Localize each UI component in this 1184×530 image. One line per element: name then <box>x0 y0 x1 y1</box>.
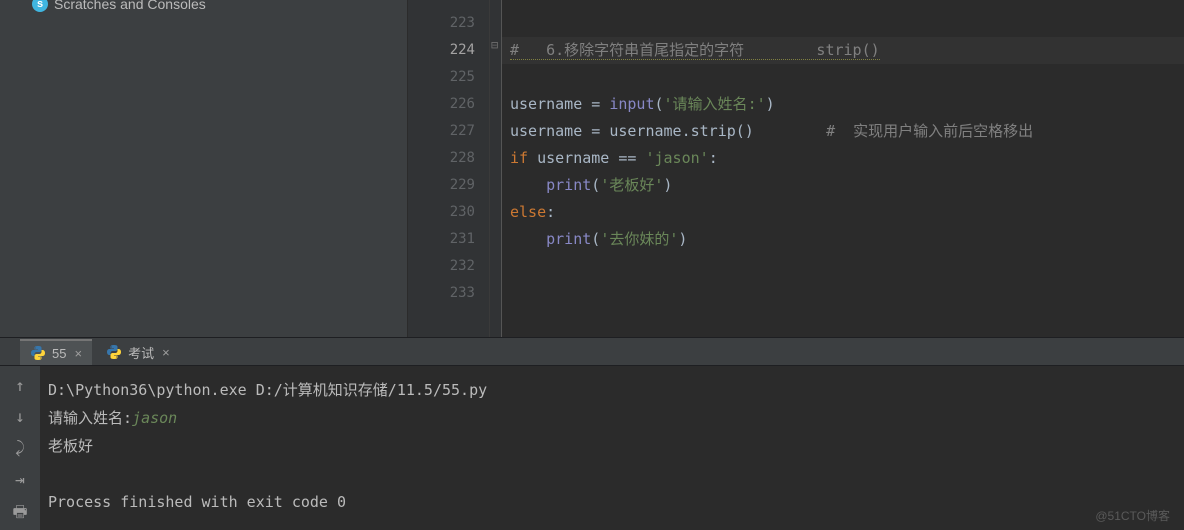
code-text: username == <box>528 149 645 167</box>
console-prompt: 请输入姓名: <box>48 409 132 427</box>
line-number[interactable]: 227 <box>408 118 489 145</box>
editor-pane: s Scratches and Consoles 223 224 225 226… <box>0 0 1184 338</box>
code-text: ( <box>591 230 600 248</box>
print-icon[interactable]: 🖶 <box>12 501 27 528</box>
code-line[interactable]: print('去你妹的') <box>502 226 1184 253</box>
run-tab-label: 考试 <box>128 343 154 362</box>
line-number[interactable]: 231 <box>408 226 489 253</box>
code-text: ( <box>591 176 600 194</box>
code-text: ( <box>655 95 664 113</box>
scratches-label: Scratches and Consoles <box>54 0 206 12</box>
code-line[interactable]: else: <box>502 199 1184 226</box>
code-line[interactable] <box>502 280 1184 307</box>
run-tab-label: 55 <box>52 346 66 361</box>
run-panel: 55 × 考试 × ↑ ↓ ⤸ ⇥ 🖶 D:\Python36\python.e… <box>0 338 1184 530</box>
code-editor[interactable]: 223 224 225 226 227 228 229 230 231 232 … <box>408 0 1184 337</box>
console-line: 老板好 <box>48 437 93 455</box>
code-text: username = username.strip() <box>510 122 754 140</box>
code-line[interactable] <box>502 10 1184 37</box>
project-sidebar[interactable]: s Scratches and Consoles <box>0 0 408 337</box>
string-literal: '请输入姓名:' <box>664 95 766 113</box>
scroll-down-icon[interactable]: ↓ <box>15 407 25 426</box>
run-tab-55[interactable]: 55 × <box>20 339 92 365</box>
code-text: : <box>546 203 555 221</box>
line-number[interactable]: 229 <box>408 172 489 199</box>
code-line[interactable]: print('老板好') <box>502 172 1184 199</box>
fold-gutter[interactable]: ⊟ <box>490 0 502 337</box>
line-number-gutter[interactable]: 223 224 225 226 227 228 229 230 231 232 … <box>408 0 490 337</box>
comment-text: # 6.移除字符串首尾指定的字符 strip() <box>510 41 880 60</box>
line-number[interactable]: 232 <box>408 253 489 280</box>
code-text: ) <box>766 95 775 113</box>
code-area[interactable]: # 6.移除字符串首尾指定的字符 strip() username = inpu… <box>502 0 1184 337</box>
console-exitline: Process finished with exit code 0 <box>48 493 346 511</box>
string-literal: 'jason' <box>645 149 708 167</box>
code-text: ) <box>678 230 687 248</box>
console-output[interactable]: D:\Python36\python.exe D:/计算机知识存储/11.5/5… <box>40 366 1184 530</box>
python-icon <box>106 344 122 360</box>
string-literal: '去你妹的' <box>600 230 678 248</box>
line-number[interactable]: 233 <box>408 280 489 307</box>
keyword: else <box>510 203 546 221</box>
close-icon[interactable]: × <box>162 345 170 360</box>
line-number[interactable]: 224 <box>408 37 489 64</box>
fold-icon[interactable]: ⊟ <box>491 38 498 52</box>
scroll-to-end-icon[interactable]: ⇥ <box>15 470 25 489</box>
code-line[interactable] <box>502 64 1184 91</box>
close-icon[interactable]: × <box>74 346 82 361</box>
code-text: username = <box>510 95 609 113</box>
keyword: if <box>510 149 528 167</box>
code-line[interactable]: # 6.移除字符串首尾指定的字符 strip() <box>502 37 1184 64</box>
code-line[interactable]: username = input('请输入姓名:') <box>502 91 1184 118</box>
console-toolbar: ↑ ↓ ⤸ ⇥ 🖶 <box>0 366 40 530</box>
string-literal: '老板好' <box>600 176 663 194</box>
line-number[interactable]: 230 <box>408 199 489 226</box>
python-icon <box>30 345 46 361</box>
line-number[interactable]: 228 <box>408 145 489 172</box>
line-number[interactable]: 226 <box>408 91 489 118</box>
watermark: @51CTO博客 <box>1095 507 1170 524</box>
run-tab-exam[interactable]: 考试 × <box>96 339 180 365</box>
code-text: : <box>709 149 718 167</box>
code-text: ) <box>663 176 672 194</box>
user-input: jason <box>132 409 177 427</box>
code-line[interactable]: if username == 'jason': <box>502 145 1184 172</box>
run-tab-bar[interactable]: 55 × 考试 × <box>0 338 1184 366</box>
scratches-icon: s <box>32 0 48 12</box>
scratches-node[interactable]: s Scratches and Consoles <box>32 0 206 12</box>
code-fn: print <box>546 230 591 248</box>
code-line[interactable]: username = username.strip() # 实现用户输入前后空格… <box>502 118 1184 145</box>
comment-text: # 实现用户输入前后空格移出 <box>826 122 1033 140</box>
code-line[interactable] <box>502 253 1184 280</box>
code-fn: input <box>609 95 654 113</box>
console-line: D:\Python36\python.exe D:/计算机知识存储/11.5/5… <box>48 381 487 399</box>
scroll-up-icon[interactable]: ↑ <box>15 376 25 395</box>
console-area: ↑ ↓ ⤸ ⇥ 🖶 D:\Python36\python.exe D:/计算机知… <box>0 366 1184 530</box>
soft-wrap-icon[interactable]: ⤸ <box>15 438 25 458</box>
line-number[interactable]: 223 <box>408 10 489 37</box>
code-fn: print <box>546 176 591 194</box>
line-number[interactable]: 225 <box>408 64 489 91</box>
